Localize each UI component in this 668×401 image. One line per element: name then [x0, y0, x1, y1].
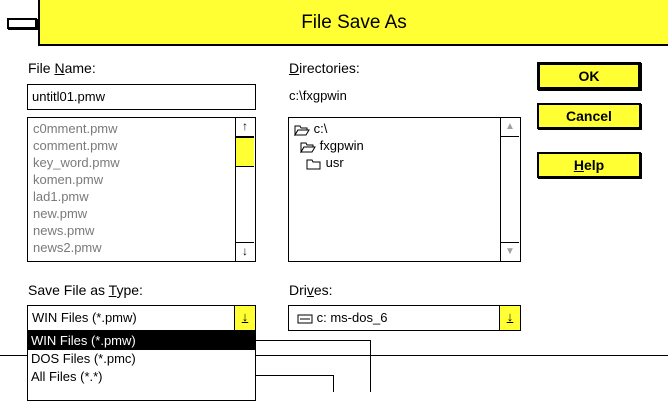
chevron-down-icon[interactable]: ↓	[499, 306, 520, 330]
help-button[interactable]: Help	[537, 152, 641, 178]
directory-tree[interactable]: c:\ fxgpwin usr ▲ ▼	[288, 117, 521, 262]
ok-button[interactable]: OK	[537, 62, 641, 90]
list-item[interactable]: key_word.pmw	[33, 155, 120, 171]
file-name-label: File Name:	[28, 60, 96, 76]
save-type-dropdown[interactable]: WIN Files (*.pmw) DOS Files (*.pmc) All …	[27, 331, 256, 401]
scroll-down-icon[interactable]: ▼	[501, 242, 519, 261]
drives-value: c: ms-dos_6	[297, 306, 387, 330]
tree-item-usr[interactable]: usr	[306, 155, 344, 171]
window-title: File Save As	[301, 12, 407, 33]
list-item[interactable]: c0mment.pmw	[33, 121, 118, 137]
dialog-border	[256, 355, 668, 356]
dropdown-option[interactable]: WIN Files (*.pmw)	[28, 332, 255, 350]
connector-line	[256, 375, 334, 376]
drives-select[interactable]: c: ms-dos_6 ↓	[288, 305, 521, 331]
drive-icon	[297, 314, 313, 324]
open-folder-icon	[294, 125, 310, 136]
dropdown-option[interactable]: All Files (*.*)	[28, 368, 255, 386]
scroll-up-icon[interactable]: ▲	[501, 118, 519, 137]
folder-icon	[306, 159, 321, 170]
list-item[interactable]: news2.pmw	[33, 240, 102, 256]
current-directory: c:\fxgpwin	[289, 88, 347, 103]
drives-label: Drives:	[289, 282, 333, 298]
tree-item-fxgpwin[interactable]: fxgpwin	[300, 138, 364, 154]
scroll-down-icon[interactable]: ↓	[236, 242, 254, 261]
cancel-button[interactable]: Cancel	[537, 103, 641, 129]
dropdown-option[interactable]: DOS Files (*.pmc)	[28, 350, 255, 368]
list-item[interactable]: komen.pmw	[33, 172, 103, 188]
connector-line	[333, 375, 334, 392]
save-type-label: Save File as Type:	[28, 282, 143, 298]
directory-scrollbar[interactable]: ▲ ▼	[500, 118, 520, 261]
save-type-value: WIN Files (*.pmw)	[32, 310, 137, 325]
list-item[interactable]: lad1.pmw	[33, 189, 89, 205]
scroll-thumb[interactable]	[236, 137, 254, 167]
directories-label: Directories:	[289, 60, 360, 76]
list-item[interactable]: news.pmw	[33, 223, 94, 239]
list-item[interactable]: comment.pmw	[33, 138, 118, 154]
dialog-border	[0, 355, 27, 356]
list-item[interactable]: new.pmw	[33, 206, 87, 222]
open-folder-icon	[300, 142, 316, 153]
system-menu-icon	[7, 18, 37, 29]
file-name-input[interactable]: untitl01.pmw	[27, 84, 256, 110]
connector-line	[370, 340, 371, 392]
system-menu-button[interactable]	[0, 0, 40, 46]
chevron-down-icon[interactable]: ↓	[234, 306, 255, 330]
file-list[interactable]: c0mment.pmw comment.pmw key_word.pmw kom…	[27, 117, 256, 262]
save-type-select[interactable]: WIN Files (*.pmw) ↓	[27, 305, 256, 331]
connector-line	[256, 340, 371, 341]
file-list-scrollbar[interactable]: ↑ ↓	[235, 118, 255, 261]
tree-item-root[interactable]: c:\	[294, 121, 327, 137]
scroll-up-icon[interactable]: ↑	[236, 118, 254, 137]
